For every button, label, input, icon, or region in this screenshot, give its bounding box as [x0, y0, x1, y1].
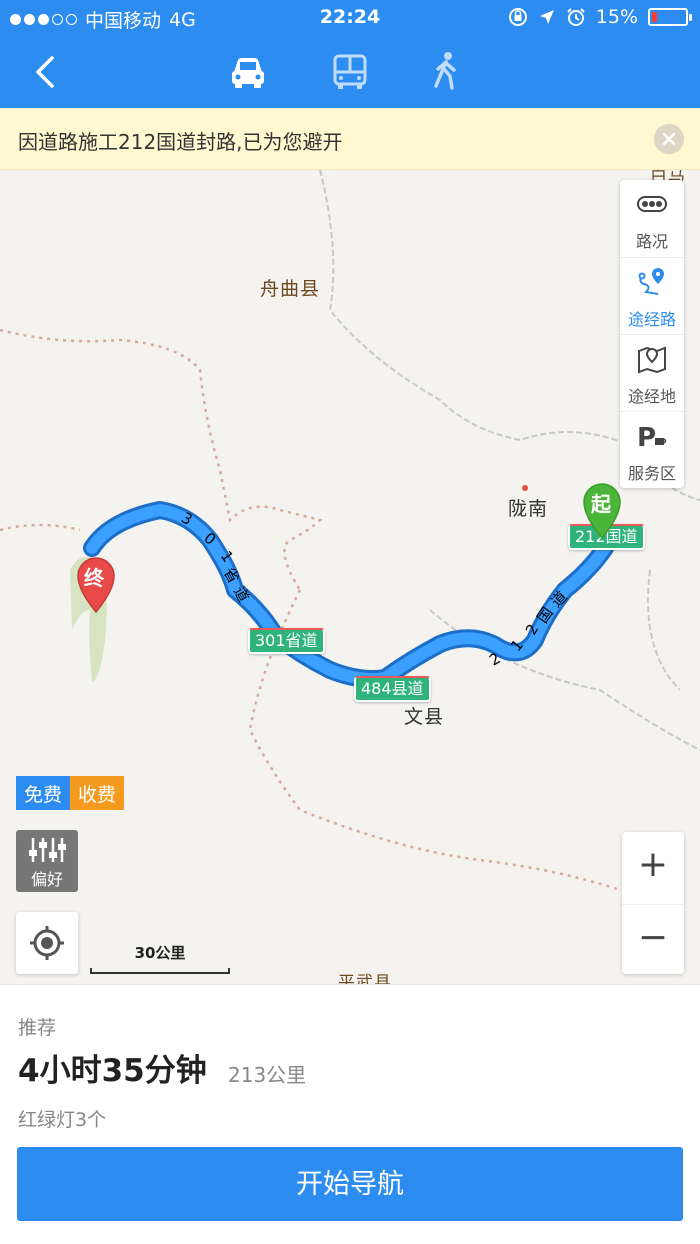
route-line — [86, 504, 611, 685]
route-distance: 213公里 — [228, 1063, 307, 1087]
toll-free-option[interactable]: 免费 — [16, 776, 71, 810]
traffic-toggle[interactable]: 路况 — [620, 180, 684, 257]
map-side-panel: 路况 途经路 途经地 P 服务区 — [620, 180, 684, 488]
status-right: 15% — [508, 6, 692, 28]
sliders-icon — [29, 838, 66, 862]
top-bar: 中国移动 4G 22:24 15% — [0, 0, 700, 108]
toll-paid-option[interactable]: 收费 — [70, 776, 125, 810]
traffic-lights-count: 红绿灯3个 — [18, 1109, 107, 1131]
end-marker-label: 终 — [84, 566, 105, 590]
traffic-label: 路况 — [635, 232, 668, 251]
route-tag: 推荐 — [18, 1017, 57, 1039]
locate-button[interactable] — [16, 912, 78, 974]
nav-bar — [0, 36, 700, 108]
waypoint-place-button[interactable]: 途经地 — [620, 334, 684, 411]
place-longnan: 陇南 — [508, 498, 549, 520]
service-area-button[interactable]: P 服务区 — [620, 411, 684, 488]
route-duration: 4小时35分钟 — [18, 1053, 207, 1089]
svg-text:P: P — [637, 423, 656, 452]
start-marker-label: 起 — [591, 492, 612, 516]
place-pingwu: 平武县 — [338, 973, 392, 984]
status-bar: 中国移动 4G 22:24 15% — [0, 0, 700, 36]
road-shield-x484: 484县道 — [354, 676, 431, 702]
bus-icon[interactable] — [328, 50, 372, 94]
waypoint-route-label: 途经路 — [627, 310, 676, 329]
battery-percent: 15% — [595, 6, 638, 28]
preference-label: 偏好 — [30, 870, 63, 889]
service-area-label: 服务区 — [627, 464, 676, 483]
toll-toggle[interactable]: 免费 收费 — [16, 776, 125, 810]
zoom-in-button[interactable]: + — [622, 832, 684, 902]
traffic-icon — [637, 196, 667, 212]
waypoint-route-icon — [638, 268, 664, 295]
province-border — [0, 328, 323, 591]
place-wenxian: 文县 — [404, 706, 445, 728]
map-pin-icon — [638, 346, 666, 374]
zoom-out-button[interactable]: − — [622, 904, 684, 974]
start-navigation-button[interactable]: 开始导航 — [17, 1147, 683, 1221]
route-summary: 推荐 4小时35分钟 213公里 红绿灯3个 开始导航 — [0, 984, 700, 1244]
place-zhouqu: 舟曲县 — [260, 278, 321, 300]
scale-label: 30公里 — [134, 944, 186, 962]
province-border — [0, 523, 81, 532]
zoom-control: + − — [622, 832, 684, 974]
battery-icon — [648, 8, 692, 26]
location-arrow-icon — [539, 10, 554, 24]
preference-button[interactable]: 偏好 — [16, 830, 78, 892]
detour-notice: 因道路施工212国道封路,已为您避开 — [0, 108, 700, 170]
map-view[interactable]: 3 0 1 省 道 2 1 2 国 道 舟曲县 陇南 文县 平武县 白马 212… — [0, 170, 700, 984]
road-shield-s301: 301省道 — [248, 628, 325, 654]
parking-cafe-icon: P — [637, 423, 667, 452]
alarm-icon — [567, 8, 585, 26]
map-scale: 30公里 — [88, 942, 232, 976]
waypoint-place-label: 途经地 — [627, 387, 676, 406]
car-icon[interactable] — [226, 50, 270, 94]
notice-text: 因道路施工212国道封路,已为您避开 — [18, 130, 343, 154]
back-icon[interactable] — [26, 52, 66, 92]
county-border — [647, 569, 681, 691]
walk-icon[interactable] — [424, 50, 468, 94]
waypoint-route-button[interactable]: 途经路 — [620, 257, 684, 334]
scale-bar — [90, 968, 230, 974]
locate-icon — [30, 926, 64, 960]
city-dot — [522, 485, 528, 491]
orientation-lock-icon — [508, 8, 527, 26]
close-icon[interactable] — [654, 124, 684, 154]
